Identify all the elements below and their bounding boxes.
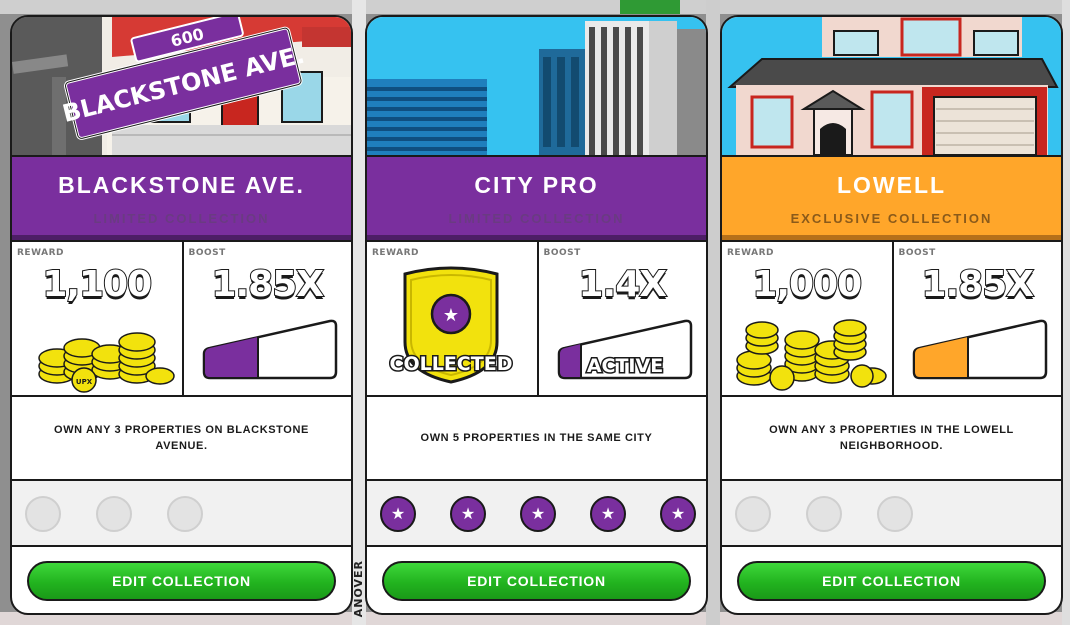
boost-panel: BOOST 1.85X	[181, 242, 352, 395]
upx-coin-stack-icon	[736, 319, 887, 391]
collection-card-lowell[interactable]: LOWELL EXCLUSIVE COLLECTION REWARD 1,000	[720, 15, 1063, 615]
collection-banner: LOWELL EXCLUSIVE COLLECTION	[722, 155, 1061, 242]
collection-hero-image: BLACKSTONE AVE. 600	[12, 17, 351, 155]
collection-card-blackstone[interactable]: BLACKSTONE AVE. 600 BLACKSTONE AVE. LIMI…	[10, 15, 353, 615]
reward-panel: REWARD ★ COLLECTED	[367, 242, 537, 395]
collection-progress	[367, 481, 706, 547]
collection-banner: CITY PRO LIMITED COLLECTION	[367, 155, 706, 242]
collection-title: CITY PRO	[474, 172, 599, 198]
progress-slot-filled	[590, 496, 626, 532]
collection-subtitle: LIMITED COLLECTION	[93, 211, 270, 226]
edit-collection-button[interactable]: EDIT COLLECTION	[382, 561, 691, 601]
progress-slot-filled	[380, 496, 416, 532]
progress-slot-empty	[167, 496, 203, 532]
upx-coin-stack-icon: UPX	[38, 332, 175, 393]
collection-title: LOWELL	[836, 172, 947, 198]
boost-panel: BOOST 1.85X	[891, 242, 1062, 395]
boost-panel: BOOST 1.4X ACTIVE	[536, 242, 707, 395]
progress-slot-empty	[25, 496, 61, 532]
boost-meter-icon	[912, 319, 1047, 380]
collection-requirement: OWN ANY 3 PROPERTIES IN THE LOWELL NEIGH…	[722, 397, 1061, 481]
reward-panel: REWARD 1,000	[722, 242, 892, 395]
collection-subtitle: EXCLUSIVE COLLECTION	[790, 211, 993, 226]
coin-label: UPX	[76, 378, 93, 386]
collection-stats: REWARD ★ COLLECTED BOOST 1.4X ACTIVE	[367, 242, 706, 397]
star-shield-icon: ★ COLLECTED	[388, 266, 514, 384]
collected-badge: COLLECTED	[390, 353, 513, 375]
progress-slot-empty	[735, 496, 771, 532]
collection-title: BLACKSTONE AVE.	[58, 172, 305, 198]
collection-requirement: OWN ANY 3 PROPERTIES ON BLACKSTONE AVENU…	[12, 397, 351, 481]
edit-collection-button[interactable]: EDIT COLLECTION	[27, 561, 336, 601]
progress-slot-filled	[660, 496, 696, 532]
collection-progress	[12, 481, 351, 547]
boost-meter-icon: ACTIVE	[557, 319, 692, 380]
collection-hero-image	[722, 17, 1061, 155]
collection-stats: REWARD 1,100 UPX BOOST 1.85X	[12, 242, 351, 397]
collection-hero-image	[367, 17, 706, 155]
edit-collection-button[interactable]: EDIT COLLECTION	[737, 561, 1046, 601]
collection-banner: BLACKSTONE AVE. LIMITED COLLECTION	[12, 155, 351, 242]
progress-slot-filled	[450, 496, 486, 532]
svg-text:★: ★	[443, 305, 459, 326]
progress-slot-empty	[806, 496, 842, 532]
collection-stats: REWARD 1,000 BOOST 1.85X	[722, 242, 1061, 397]
boost-meter-icon	[202, 319, 337, 380]
collection-progress	[722, 481, 1061, 547]
reward-panel: REWARD 1,100 UPX	[12, 242, 182, 395]
progress-slot-empty	[877, 496, 913, 532]
progress-slot-empty	[96, 496, 132, 532]
progress-slot-filled	[520, 496, 556, 532]
collection-card-city-pro[interactable]: CITY PRO LIMITED COLLECTION REWARD ★ COL…	[365, 15, 708, 615]
boost-status: ACTIVE	[586, 355, 662, 377]
collection-requirement: OWN 5 PROPERTIES IN THE SAME CITY	[367, 397, 706, 481]
collection-subtitle: LIMITED COLLECTION	[448, 211, 625, 226]
